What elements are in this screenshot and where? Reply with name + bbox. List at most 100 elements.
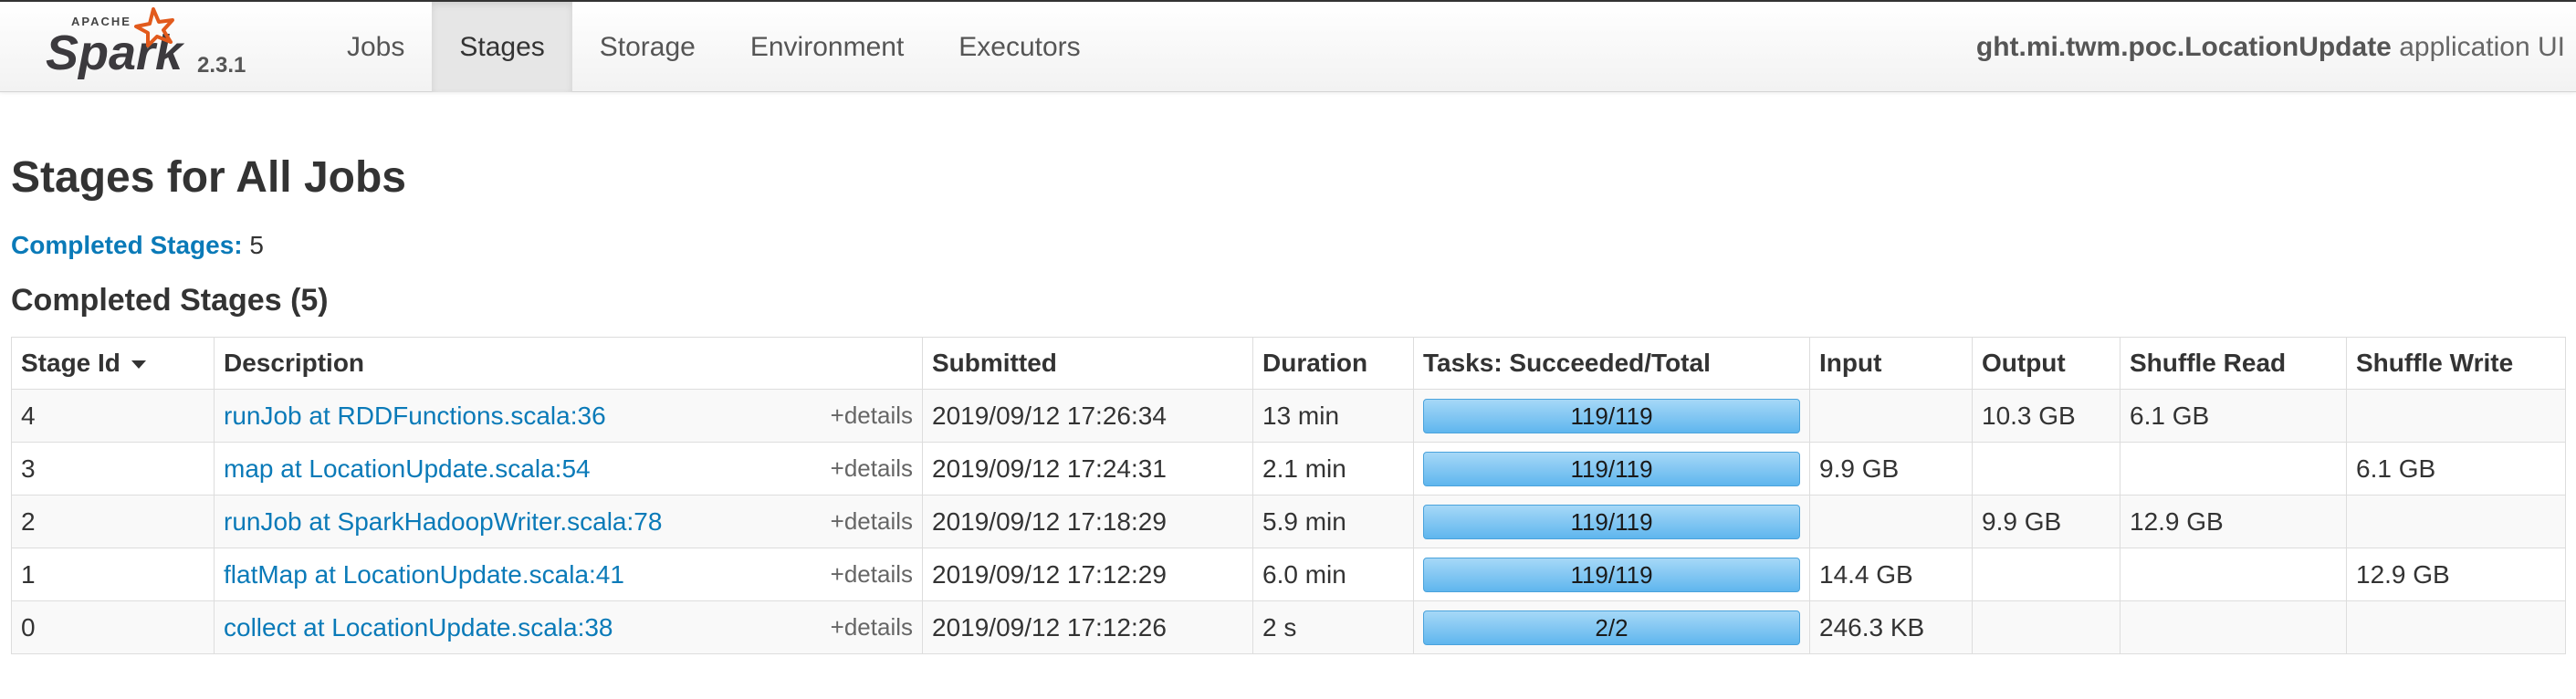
column-header-submitted[interactable]: Submitted bbox=[922, 337, 1253, 390]
tasks-progress-bar: 119/119 bbox=[1423, 398, 1800, 433]
column-header-tasks[interactable]: Tasks: Succeeded/Total bbox=[1413, 337, 1810, 390]
completed-stages-count: 5 bbox=[249, 231, 264, 259]
tasks-progress-label: 119/119 bbox=[1570, 560, 1653, 589]
stage-tasks: 2/2 bbox=[1413, 600, 1810, 654]
stage-shuffle-read: 6.1 GB bbox=[2120, 389, 2347, 443]
stage-description: flatMap at LocationUpdate.scala:41 +detai… bbox=[214, 548, 923, 601]
tasks-progress-bar: 119/119 bbox=[1423, 504, 1800, 539]
stage-input: 246.3 KB bbox=[1809, 600, 1973, 654]
tab-stages[interactable]: Stages bbox=[432, 2, 572, 92]
stage-submitted: 2019/09/12 17:26:34 bbox=[922, 389, 1253, 443]
stage-description-link[interactable]: map at LocationUpdate.scala:54 bbox=[224, 454, 591, 483]
stage-duration: 13 min bbox=[1252, 389, 1414, 443]
column-header-description[interactable]: Description bbox=[214, 337, 923, 390]
stage-description-link[interactable]: runJob at RDDFunctions.scala:36 bbox=[224, 402, 606, 430]
column-header-output[interactable]: Output bbox=[1972, 337, 2120, 390]
top-navbar: APACHE Spark 2.3.1 Jobs Stages Storage E… bbox=[0, 0, 2576, 92]
stages-summary: Completed Stages: 5 bbox=[11, 231, 2565, 260]
table-row: 1 flatMap at LocationUpdate.scala:41 +det… bbox=[11, 548, 2566, 601]
tasks-progress-bar: 119/119 bbox=[1423, 451, 1800, 486]
stage-id: 1 bbox=[11, 548, 215, 601]
details-toggle[interactable]: +details bbox=[831, 443, 913, 495]
stage-id: 0 bbox=[11, 600, 215, 654]
table-row: 4 runJob at RDDFunctions.scala:36 +detail… bbox=[11, 389, 2566, 443]
stage-id: 3 bbox=[11, 442, 215, 496]
application-suffix: application UI bbox=[2399, 32, 2565, 62]
spark-version: 2.3.1 bbox=[197, 53, 246, 78]
tasks-progress-bar: 2/2 bbox=[1423, 610, 1800, 645]
tasks-progress-label: 119/119 bbox=[1570, 402, 1653, 430]
tab-storage[interactable]: Storage bbox=[572, 2, 723, 92]
stage-submitted: 2019/09/12 17:12:29 bbox=[922, 548, 1253, 601]
stage-description: runJob at RDDFunctions.scala:36 +details bbox=[214, 389, 923, 443]
stage-shuffle-read bbox=[2120, 548, 2347, 601]
stage-output: 9.9 GB bbox=[1972, 495, 2120, 548]
tab-jobs[interactable]: Jobs bbox=[319, 2, 432, 92]
tab-environment[interactable]: Environment bbox=[723, 2, 931, 92]
stage-id: 4 bbox=[11, 389, 215, 443]
stage-shuffle-write: 6.1 GB bbox=[2346, 442, 2566, 496]
stage-input: 14.4 GB bbox=[1809, 548, 1973, 601]
stage-shuffle-write bbox=[2346, 600, 2566, 654]
stage-duration: 2 s bbox=[1252, 600, 1414, 654]
stage-id: 2 bbox=[11, 495, 215, 548]
sort-descending-icon bbox=[131, 360, 146, 370]
stage-shuffle-read: 12.9 GB bbox=[2120, 495, 2347, 548]
tasks-progress-bar: 119/119 bbox=[1423, 557, 1800, 592]
stage-shuffle-read bbox=[2120, 442, 2347, 496]
stage-shuffle-write bbox=[2346, 389, 2566, 443]
stage-submitted: 2019/09/12 17:12:26 bbox=[922, 600, 1253, 654]
stage-tasks: 119/119 bbox=[1413, 442, 1810, 496]
stage-duration: 2.1 min bbox=[1252, 442, 1414, 496]
details-toggle[interactable]: +details bbox=[831, 602, 913, 653]
stage-tasks: 119/119 bbox=[1413, 495, 1810, 548]
page-title: Stages for All Jobs bbox=[11, 153, 406, 202]
stage-shuffle-write bbox=[2346, 495, 2566, 548]
spark-logo-icon: APACHE Spark bbox=[46, 7, 185, 80]
stage-input bbox=[1809, 495, 1973, 548]
stage-submitted: 2019/09/12 17:18:29 bbox=[922, 495, 1253, 548]
column-header-stage-id[interactable]: Stage Id bbox=[11, 337, 215, 390]
stage-output bbox=[1972, 600, 2120, 654]
stage-output: 10.3 GB bbox=[1972, 389, 2120, 443]
completed-stages-table: Stage Id Description Submitted Duration … bbox=[11, 337, 2566, 654]
stage-submitted: 2019/09/12 17:24:31 bbox=[922, 442, 1253, 496]
tasks-progress-label: 119/119 bbox=[1570, 507, 1653, 536]
stage-output bbox=[1972, 442, 2120, 496]
details-toggle[interactable]: +details bbox=[831, 496, 913, 548]
tasks-progress-label: 119/119 bbox=[1570, 454, 1653, 483]
stage-tasks: 119/119 bbox=[1413, 548, 1810, 601]
tab-executors[interactable]: Executors bbox=[931, 2, 1107, 92]
spark-logo-link[interactable]: APACHE Spark 2.3.1 bbox=[44, 2, 263, 92]
stage-input: 9.9 GB bbox=[1809, 442, 1973, 496]
nav-tabs: Jobs Stages Storage Environment Executor… bbox=[319, 2, 1108, 92]
column-header-shuffle-read[interactable]: Shuffle Read bbox=[2120, 337, 2347, 390]
main-content: Stages for All Jobs Completed Stages: 5 … bbox=[0, 92, 2576, 654]
stage-shuffle-read bbox=[2120, 600, 2347, 654]
stage-duration: 6.0 min bbox=[1252, 548, 1414, 601]
table-row: 2 runJob at SparkHadoopWriter.scala:78 +d… bbox=[11, 495, 2566, 548]
column-header-duration[interactable]: Duration bbox=[1252, 337, 1414, 390]
completed-stages-link[interactable]: Completed Stages: bbox=[11, 231, 243, 259]
table-header-row: Stage Id Description Submitted Duration … bbox=[11, 337, 2566, 390]
stage-description: collect at LocationUpdate.scala:38 +detai… bbox=[214, 600, 923, 654]
stage-description-link[interactable]: collect at LocationUpdate.scala:38 bbox=[224, 613, 613, 642]
stage-description-link[interactable]: flatMap at LocationUpdate.scala:41 bbox=[224, 560, 624, 589]
stage-shuffle-write: 12.9 GB bbox=[2346, 548, 2566, 601]
application-name: ght.mi.twm.poc.LocationUpdate bbox=[1975, 32, 2392, 62]
details-toggle[interactable]: +details bbox=[831, 549, 913, 600]
stage-description: map at LocationUpdate.scala:54 +details bbox=[214, 442, 923, 496]
completed-stages-heading[interactable]: Completed Stages (5) bbox=[11, 282, 2565, 318]
column-header-input[interactable]: Input bbox=[1809, 337, 1973, 390]
table-row: 3 map at LocationUpdate.scala:54 +details… bbox=[11, 442, 2566, 496]
stage-description: runJob at SparkHadoopWriter.scala:78 +det… bbox=[214, 495, 923, 548]
column-header-shuffle-write[interactable]: Shuffle Write bbox=[2346, 337, 2566, 390]
details-toggle[interactable]: +details bbox=[831, 391, 913, 442]
stage-output bbox=[1972, 548, 2120, 601]
table-row: 0 collect at LocationUpdate.scala:38 +det… bbox=[11, 600, 2566, 654]
stage-input bbox=[1809, 389, 1973, 443]
stage-tasks: 119/119 bbox=[1413, 389, 1810, 443]
stage-duration: 5.9 min bbox=[1252, 495, 1414, 548]
application-title: ght.mi.twm.poc.LocationUpdate applicatio… bbox=[1976, 2, 2565, 92]
stage-description-link[interactable]: runJob at SparkHadoopWriter.scala:78 bbox=[224, 507, 662, 536]
